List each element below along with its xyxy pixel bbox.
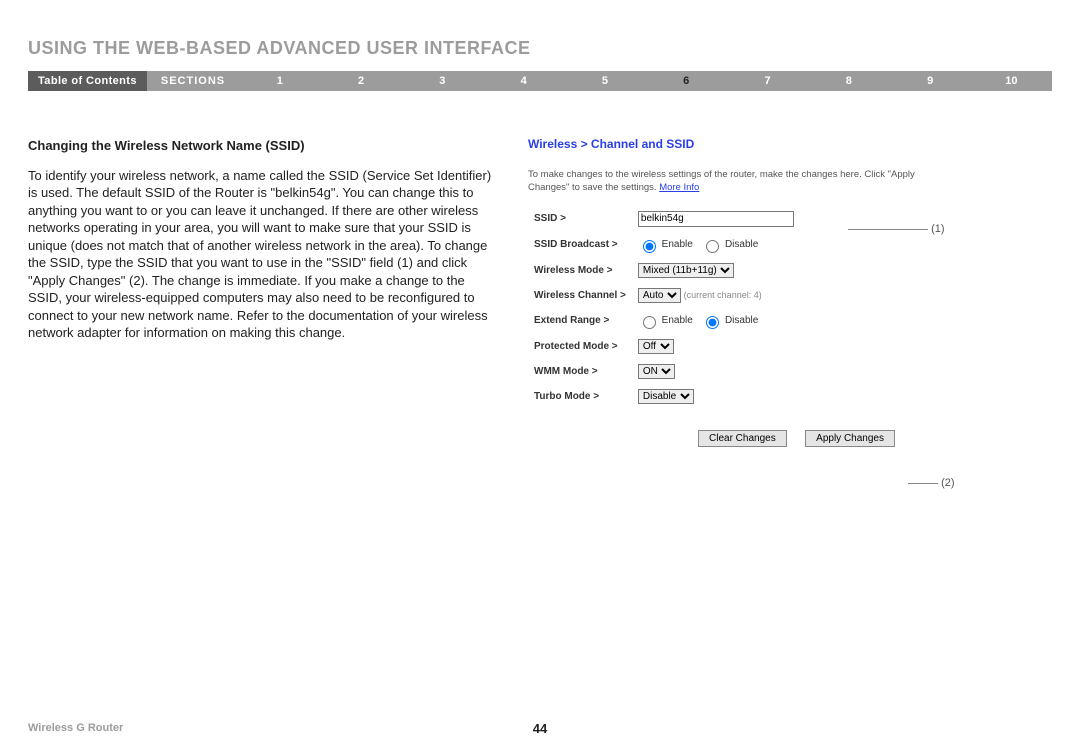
panel-instructions-text: To make changes to the wireless settings… — [528, 169, 915, 193]
product-name: Wireless G Router — [28, 722, 123, 734]
broadcast-disable-text: Disable — [725, 239, 758, 250]
broadcast-enable-radio[interactable]: Enable — [638, 239, 693, 250]
clear-changes-button[interactable]: Clear Changes — [698, 430, 787, 447]
page-number: 44 — [533, 721, 547, 736]
section-link-8[interactable]: 8 — [808, 71, 889, 91]
section-body-text: To identify your wireless network, a nam… — [28, 167, 498, 342]
section-link-2[interactable]: 2 — [320, 71, 401, 91]
wireless-mode-select[interactable]: Mixed (11b+11g) — [638, 263, 734, 278]
protected-label: Protected Mode > — [528, 337, 632, 356]
settings-panel: Wireless > Channel and SSID To make chan… — [528, 137, 1052, 447]
section-link-4[interactable]: 4 — [483, 71, 564, 91]
callout-2: (2) — [908, 477, 955, 489]
broadcast-enable-text: Enable — [662, 239, 693, 250]
protected-mode-select[interactable]: Off — [638, 339, 674, 354]
breadcrumb[interactable]: Wireless > Channel and SSID — [528, 137, 1052, 151]
toc-link[interactable]: Table of Contents — [28, 71, 147, 91]
broadcast-label: SSID Broadcast > — [528, 235, 632, 255]
ssid-input[interactable] — [638, 211, 794, 227]
section-link-3[interactable]: 3 — [402, 71, 483, 91]
section-link-5[interactable]: 5 — [564, 71, 645, 91]
page-footer: Wireless G Router 44 — [28, 722, 1052, 734]
apply-changes-button[interactable]: Apply Changes — [805, 430, 895, 447]
wireless-channel-select[interactable]: Auto — [638, 288, 681, 303]
section-link-10[interactable]: 10 — [971, 71, 1052, 91]
current-channel-note: (current channel: 4) — [684, 290, 762, 300]
mode-label: Wireless Mode > — [528, 261, 632, 280]
page-title: USING THE WEB-BASED ADVANCED USER INTERF… — [28, 38, 1052, 59]
extend-label: Extend Range > — [528, 311, 632, 331]
callout-1-text: (1) — [931, 223, 944, 235]
extend-enable-text: Enable — [662, 315, 693, 326]
turbo-label: Turbo Mode > — [528, 387, 632, 406]
broadcast-disable-radio[interactable]: Disable — [701, 239, 758, 250]
extend-disable-text: Disable — [725, 315, 758, 326]
ssid-label: SSID > — [528, 209, 632, 229]
turbo-mode-select[interactable]: Disable — [638, 389, 694, 404]
sections-label: SECTIONS — [147, 71, 239, 91]
section-link-1[interactable]: 1 — [239, 71, 320, 91]
wmm-label: WMM Mode > — [528, 362, 632, 381]
section-link-9[interactable]: 9 — [889, 71, 970, 91]
section-navbar: Table of Contents SECTIONS 12345678910 — [28, 71, 1052, 91]
settings-form: SSID > SSID Broadcast > Enable Disable W… — [528, 203, 800, 412]
more-info-link[interactable]: More Info — [659, 182, 699, 193]
section-link-7[interactable]: 7 — [727, 71, 808, 91]
callout-2-text: (2) — [941, 477, 954, 489]
channel-label: Wireless Channel > — [528, 286, 632, 305]
panel-instructions: To make changes to the wireless settings… — [528, 169, 928, 195]
left-column: Changing the Wireless Network Name (SSID… — [28, 137, 498, 447]
extend-disable-radio[interactable]: Disable — [701, 315, 758, 326]
section-heading: Changing the Wireless Network Name (SSID… — [28, 137, 498, 155]
wmm-mode-select[interactable]: ON — [638, 364, 675, 379]
section-link-6[interactable]: 6 — [646, 71, 727, 91]
callout-1: (1) — [848, 223, 945, 235]
extend-enable-radio[interactable]: Enable — [638, 315, 693, 326]
